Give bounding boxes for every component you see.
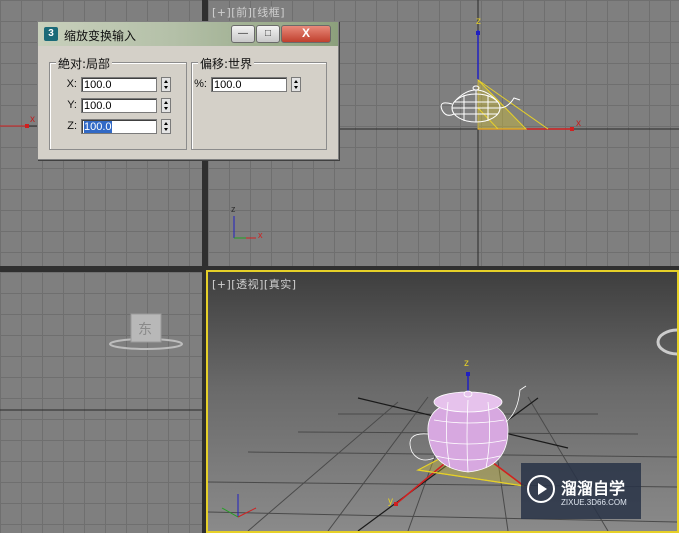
offset-world-title: 偏移:世界	[198, 55, 255, 72]
field-label-y: Y:	[67, 99, 77, 111]
tripod-x-label-tr: x	[258, 230, 263, 240]
teapot-perspective	[409, 385, 527, 473]
field-label-z: Z:	[67, 120, 77, 132]
absolute-local-group: 絶对:局部 X: 100.0 Y: 100.0 Z: 100.0	[49, 55, 187, 150]
app-icon: 3	[44, 27, 58, 41]
axis-x-label-tl: x	[30, 114, 35, 125]
axis-z-label-tr: z	[476, 16, 481, 27]
watermark-url: ZIXUE.3D66.COM	[561, 498, 627, 507]
field-label-percent: %:	[194, 78, 207, 90]
view-cube-face-label[interactable]: 东	[138, 319, 152, 339]
axis-y-label-br: y	[388, 496, 393, 507]
offset-percent-value: 100.0	[214, 79, 242, 91]
minimize-button[interactable]: —	[231, 25, 255, 43]
scale-z-spinner[interactable]	[161, 119, 171, 134]
dialog-title: 缩放变换输入	[64, 29, 137, 43]
axis-z-label-br: z	[464, 358, 469, 369]
close-button[interactable]: X	[281, 25, 331, 43]
scale-y-spinner[interactable]	[161, 98, 171, 113]
viewport-left[interactable]: 东	[0, 272, 202, 533]
scale-transform-dialog[interactable]: 3 缩放变换输入 — □ X 絶对:局部 X: 100.0 Y: 100.0 Z…	[37, 21, 339, 160]
scale-y-input[interactable]: 100.0	[81, 98, 157, 113]
scale-z-input[interactable]: 100.0	[81, 119, 157, 134]
watermark-title: 溜溜自学	[561, 479, 626, 498]
scale-z-value: 100.0	[84, 121, 112, 133]
offset-percent-input[interactable]: 100.0	[211, 77, 287, 92]
dialog-titlebar[interactable]: 3 缩放变换输入 — □ X	[38, 22, 338, 46]
field-label-x: X:	[66, 78, 77, 90]
tripod-z-label-tr: z	[231, 204, 236, 214]
offset-world-group: 偏移:世界 %: 100.0	[191, 55, 327, 150]
scale-x-input[interactable]: 100.0	[81, 77, 157, 92]
axis-x-label-tr: x	[576, 118, 581, 129]
maximize-button[interactable]: □	[256, 25, 280, 43]
scale-y-value: 100.0	[84, 100, 112, 112]
play-logo-icon	[527, 475, 555, 503]
viewport-left-canvas	[0, 313, 202, 411]
watermark: 溜溜自学 ZIXUE.3D66.COM	[521, 463, 641, 519]
offset-percent-spinner[interactable]	[291, 77, 301, 92]
scale-x-value: 100.0	[84, 79, 112, 91]
absolute-local-title: 絶对:局部	[56, 55, 113, 72]
scale-x-spinner[interactable]	[161, 77, 171, 92]
